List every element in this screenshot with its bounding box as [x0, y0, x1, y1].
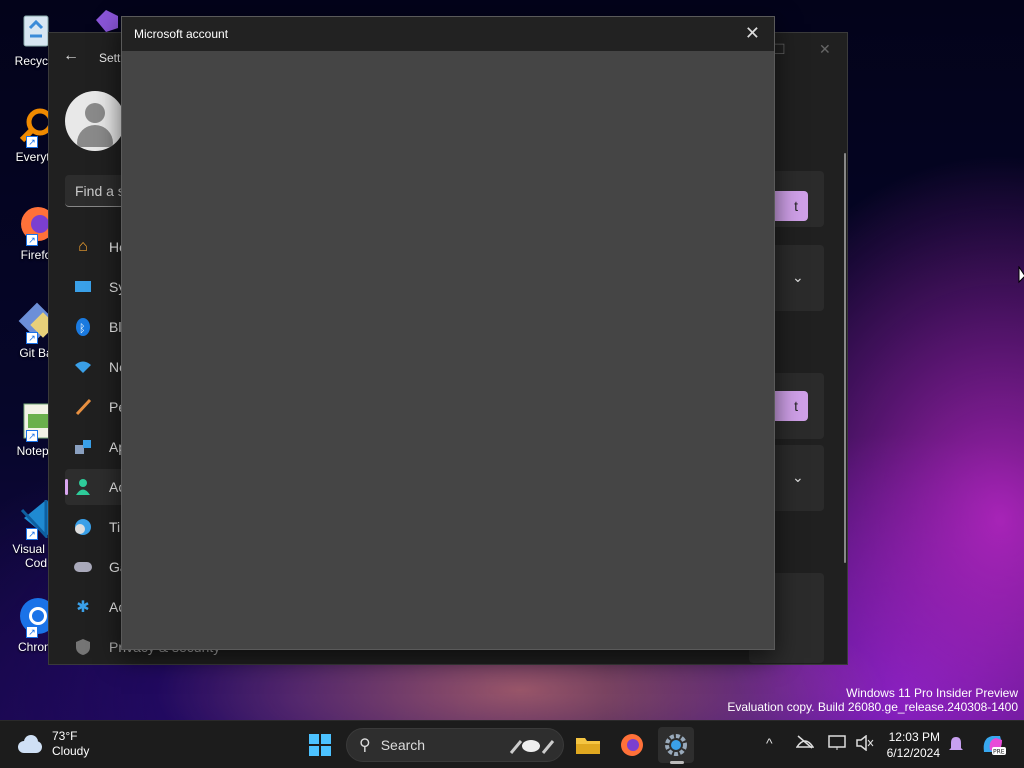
weather-widget[interactable]: 73°F Cloudy	[16, 729, 89, 759]
system-icon	[73, 277, 93, 297]
svg-text:PRE: PRE	[993, 749, 1005, 756]
microsoft-account-dialog: Microsoft account ✕	[121, 16, 775, 650]
network-icon	[73, 357, 93, 377]
taskbar-search[interactable]: ⚲ Search	[346, 728, 564, 762]
start-button[interactable]	[302, 727, 338, 763]
taskbar-file-explorer[interactable]	[570, 727, 606, 763]
volume-muted-icon[interactable]	[856, 734, 874, 754]
mouse-cursor-icon	[1018, 265, 1024, 289]
accounts-icon	[73, 477, 93, 497]
search-highlight-icon	[509, 735, 555, 760]
taskbar-settings[interactable]	[658, 727, 694, 764]
home-icon: ⌂	[78, 238, 88, 255]
windows-logo-icon	[309, 734, 331, 756]
shortcut-arrow-icon: ↗	[26, 332, 38, 344]
dialog-titlebar: Microsoft account ✕	[122, 17, 774, 51]
weather-temp: 73°F	[52, 729, 78, 743]
visual-studio-icon[interactable]	[92, 6, 120, 34]
firefox-icon	[621, 734, 643, 756]
shortcut-arrow-icon: ↗	[26, 234, 38, 246]
back-arrow-icon[interactable]: ←	[63, 47, 83, 67]
taskbar-clock[interactable]: 12:03 PM 6/12/2024	[880, 729, 940, 761]
apps-icon	[73, 437, 93, 457]
weather-desc: Cloudy	[52, 744, 90, 758]
shield-icon	[73, 637, 93, 657]
watermark-line-1: Windows 11 Pro Insider Preview	[846, 686, 1018, 700]
display-icon[interactable]	[828, 735, 846, 754]
chevron-down-icon[interactable]: ⌄	[792, 269, 804, 286]
search-icon: ⚲	[359, 737, 371, 754]
cloud-icon	[16, 735, 44, 753]
close-icon[interactable]: ✕	[745, 23, 760, 44]
clock-date: 6/12/2024	[886, 746, 940, 760]
shortcut-arrow-icon: ↗	[26, 430, 38, 442]
time-language-icon	[73, 517, 93, 537]
accessibility-icon: ✱	[76, 599, 90, 616]
selected-indicator	[65, 479, 68, 495]
network-off-icon[interactable]	[795, 735, 815, 752]
clock-time: 12:03 PM	[888, 730, 940, 744]
gear-icon	[665, 734, 687, 756]
folder-icon	[576, 738, 600, 754]
chevron-up-icon[interactable]: ^	[766, 735, 773, 751]
shortcut-arrow-icon: ↗	[26, 528, 38, 540]
personalization-icon	[73, 397, 93, 417]
svg-text:ᛒ: ᛒ	[79, 322, 86, 335]
notification-bell-icon[interactable]	[948, 735, 964, 756]
taskbar: 73°F Cloudy ⚲ Search ^ 12:03 PM 6/12/202…	[0, 720, 1024, 768]
watermark-line-2: Evaluation copy. Build 26080.ge_release.…	[727, 700, 1018, 714]
bluetooth-icon: ᛒ	[73, 317, 93, 337]
shortcut-arrow-icon: ↗	[26, 136, 38, 148]
nav-item-label: Bl	[109, 319, 122, 335]
dialog-title: Microsoft account	[134, 27, 229, 41]
dialog-content	[122, 51, 774, 651]
avatar	[65, 91, 125, 151]
scrollbar[interactable]	[844, 153, 846, 563]
nav-item-label: Ti	[109, 519, 121, 535]
shortcut-arrow-icon: ↗	[26, 626, 38, 638]
windows-watermark: Windows 11 Pro Insider Preview Evaluatio…	[727, 686, 1018, 714]
chevron-down-icon[interactable]: ⌄	[792, 469, 804, 486]
settings-title: Setti	[99, 51, 124, 65]
taskbar-firefox[interactable]	[614, 727, 650, 763]
close-icon[interactable]: ✕	[819, 41, 831, 58]
search-label: Search	[380, 737, 426, 753]
copilot-icon[interactable]: PRE	[980, 732, 1006, 759]
gaming-icon	[73, 557, 93, 577]
